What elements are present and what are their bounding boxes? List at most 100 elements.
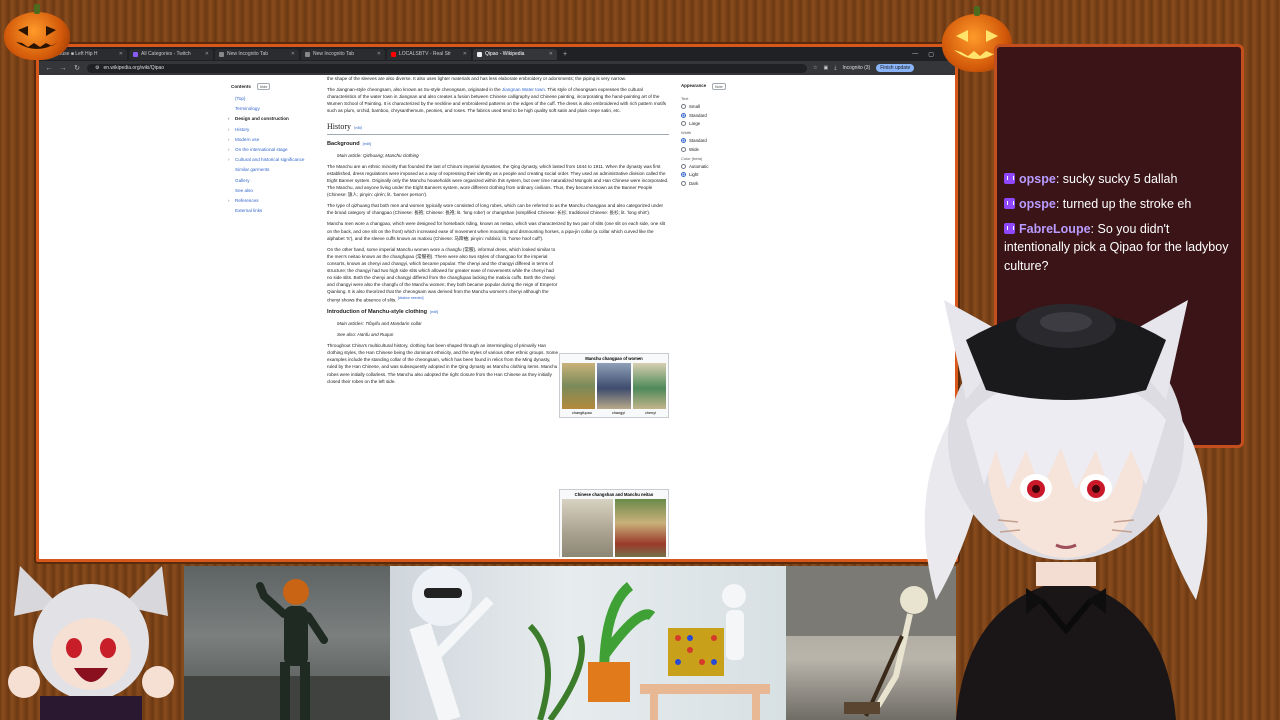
toc-header: Contents hide (231, 83, 326, 90)
radio-icon (681, 121, 686, 127)
caption: changfupao (572, 411, 592, 415)
twitch-badge-icon (1004, 222, 1015, 234)
forward-icon[interactable]: → (59, 65, 67, 72)
chat-username[interactable]: opspe (1019, 172, 1056, 186)
address-bar[interactable]: ⚙ en.wikipedia.org/wiki/Qipao (87, 63, 807, 73)
radio-label: Small (689, 104, 700, 109)
changyi-image[interactable] (597, 363, 631, 409)
appearance-header: Appearance hide (681, 83, 761, 90)
tab-label: Qipao - Wikipedia (485, 51, 525, 57)
toc-item-references[interactable]: References (228, 198, 326, 203)
incognito-indicator[interactable]: Incognito (3) (842, 65, 870, 71)
site-info-icon[interactable]: ⚙ (95, 65, 99, 71)
bookmark-star-icon[interactable]: ☆ (813, 65, 817, 71)
changfupao-image[interactable] (562, 363, 596, 409)
toc-item-external[interactable]: External links (231, 208, 326, 213)
tab-strip: House ■ Left Hip H ✕ All Categories - Twi… (39, 47, 955, 61)
section-heading-history: History [edit] (327, 121, 669, 135)
radio-width-standard[interactable]: Standard (681, 138, 761, 144)
citation-needed[interactable]: [citation needed] (398, 296, 424, 300)
skeletons-scene-icon (409, 566, 770, 720)
edit-link[interactable]: [edit] (430, 310, 438, 314)
back-icon[interactable]: ← (45, 65, 53, 72)
figure-title: Manchu changpao of women (585, 356, 643, 361)
jiangnan-link[interactable]: Jiangnan Water town (502, 87, 545, 92)
paragraph: Manchu men wore a changpao, which were d… (327, 221, 666, 241)
changshan-image[interactable] (562, 499, 613, 557)
close-tab-icon[interactable]: ✕ (205, 51, 209, 57)
minimize-icon[interactable]: — (912, 51, 918, 58)
figure-manchu-changpao: Manchu changpao of women changfupao chan… (559, 353, 669, 418)
figure-title: Chinese changshan and Manchu neitao (574, 492, 654, 497)
edit-label: edit (431, 310, 438, 315)
neitao-image[interactable] (615, 499, 666, 557)
dancer-figure-icon (184, 579, 390, 720)
radio-text-small[interactable]: Small (681, 104, 761, 109)
browser-tab[interactable]: New Incognito Tab ✕ (215, 48, 299, 60)
vtuber-avatar (924, 300, 1208, 720)
toc-hide-button[interactable]: hide (256, 83, 271, 90)
hatnote[interactable]: See also: Hanfu and Ruqun (327, 331, 669, 338)
wikipedia-favicon (477, 51, 482, 57)
url-text: en.wikipedia.org/wiki/Qipao (103, 65, 165, 71)
paragraph: Throughout China's multicultural history… (327, 343, 559, 384)
radio-label: Dark (689, 180, 699, 186)
article-body: the shape of the sleeves are also divers… (327, 75, 669, 389)
toc-item-similar[interactable]: Similar garments (231, 167, 326, 172)
toc-item-see-also[interactable]: See also (231, 188, 326, 193)
chat-username[interactable]: opspe (1019, 197, 1056, 211)
toc-item-significance[interactable]: Cultural and historical significance (228, 157, 326, 162)
close-tab-icon[interactable]: ✕ (291, 51, 295, 57)
radio-text-standard[interactable]: Standard (681, 112, 761, 118)
toc-item-gallery[interactable]: Gallery (231, 178, 326, 183)
browser-tab[interactable]: New Incognito Tab ✕ (301, 48, 385, 60)
close-tab-icon[interactable]: ✕ (119, 51, 123, 57)
appearance-panel: Appearance hide Text Small Standard Larg… (681, 83, 761, 190)
browser-tab-active[interactable]: Qipao - Wikipedia ✕ (473, 48, 557, 60)
toc-item-top[interactable]: (Top) (231, 96, 326, 101)
radio-color-light[interactable]: Light (681, 172, 761, 178)
close-tab-icon[interactable]: ✕ (377, 51, 381, 57)
hatnote[interactable]: Main article: Qizhuang; Manchu clothing (327, 152, 669, 159)
text-run: On the other hand, some imperial Manchu … (327, 246, 558, 303)
edit-link[interactable]: [edit] (354, 126, 362, 130)
radio-color-dark[interactable]: Dark (681, 180, 761, 186)
download-icon[interactable]: ⤓ (834, 65, 836, 71)
radio-width-wide[interactable]: Wide (681, 146, 761, 152)
finish-update-button[interactable]: Finish update (876, 64, 915, 72)
toc-item-history[interactable]: History (228, 127, 326, 132)
chat-message: opspe: sucky sucky 5 dallah (1004, 170, 1236, 189)
new-tab-icon[interactable]: + (559, 51, 571, 58)
reload-icon[interactable]: ↻ (73, 64, 81, 72)
toc-item-terminology[interactable]: Terminology (231, 106, 326, 111)
radio-color-automatic[interactable]: Automatic (681, 163, 761, 169)
incognito-favicon (219, 51, 224, 57)
close-tab-icon[interactable]: ✕ (549, 51, 553, 57)
browser-tab[interactable]: LOCALSBTV - Real Str ✕ (387, 48, 471, 60)
chibi-avatar-image (8, 566, 174, 720)
radio-text-large[interactable]: Large (681, 121, 761, 127)
chenyi-image[interactable] (632, 363, 666, 409)
toc-item-international[interactable]: On the international stage (228, 147, 326, 152)
browser-window: House ■ Left Hip H ✕ All Categories - Twi… (36, 44, 958, 562)
incognito-favicon (305, 51, 310, 57)
hatnote[interactable]: Main articles: Tifayifu and Mandarin col… (327, 320, 669, 327)
text-run: The Jiangnan-style cheongsam, also known… (327, 87, 502, 93)
appearance-hide-button[interactable]: hide (712, 83, 726, 90)
section-heading-background: Background [edit] (327, 140, 669, 149)
close-tab-icon[interactable]: ✕ (463, 51, 467, 57)
width-label: Width (681, 130, 692, 136)
tab-label: New Incognito Tab (313, 51, 355, 57)
chat-text: turned up the stroke eh (1062, 196, 1192, 211)
edit-link[interactable]: [edit] (363, 142, 371, 146)
browser-tab[interactable]: All Categories - Twitch ✕ (129, 48, 213, 60)
radio-selected-icon (681, 138, 686, 144)
toc-item-design[interactable]: Design and construction (228, 116, 326, 121)
heading-text: Background (327, 140, 360, 147)
color-label: Color (beta) (681, 155, 703, 161)
toc-item-modern-use[interactable]: Modern use (228, 137, 326, 142)
chat-username[interactable]: FabreLoupe (1019, 222, 1091, 236)
maximize-icon[interactable]: ▢ (928, 51, 934, 58)
extensions-icon[interactable]: ▣ (823, 65, 828, 71)
radio-icon (681, 163, 686, 169)
